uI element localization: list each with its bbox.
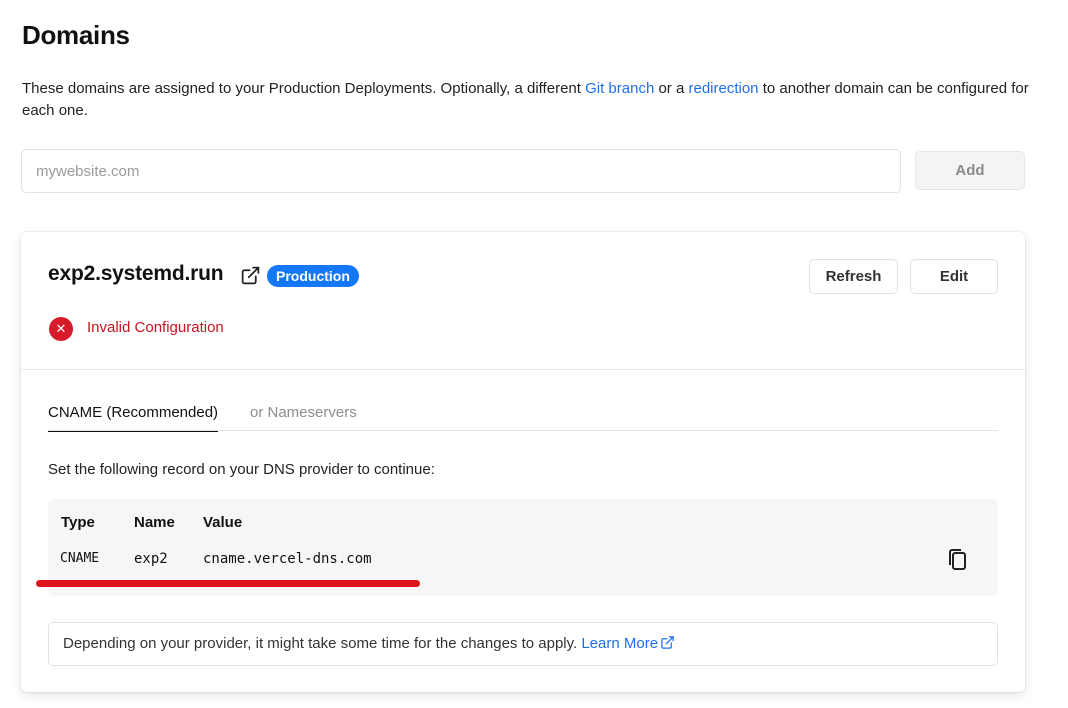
tab-nameservers[interactable]: or Nameservers	[250, 404, 357, 429]
external-link-icon	[661, 636, 674, 649]
domain-name-link[interactable]: exp2.systemd.run	[48, 262, 224, 286]
edit-button[interactable]: Edit	[910, 259, 998, 294]
page-title: Domains	[22, 20, 130, 50]
status-text: Invalid Configuration	[87, 319, 224, 336]
tab-cname[interactable]: CNAME (Recommended)	[48, 404, 219, 432]
description-middle: or a	[654, 80, 689, 97]
learn-more-label: Learn More	[581, 635, 659, 652]
note-text: Depending on your provider, it might tak…	[63, 635, 582, 652]
learn-more-link[interactable]: Learn More	[581, 635, 675, 652]
production-badge: Production	[267, 265, 359, 287]
dns-record-table: Type Name Value CNAME exp2 cname.vercel-…	[36, 499, 998, 596]
record-type: CNAME	[60, 551, 100, 566]
error-x-icon: ✕	[49, 317, 73, 341]
copy-icon[interactable]	[946, 547, 970, 573]
domain-input[interactable]	[21, 149, 901, 193]
git-branch-link[interactable]: Git branch	[585, 80, 654, 97]
dns-instructions: Set the following record on your DNS pro…	[48, 461, 435, 478]
record-name: exp2	[134, 551, 168, 567]
card-divider	[21, 369, 1025, 370]
redirection-link[interactable]: redirection	[688, 80, 758, 97]
external-link-icon[interactable]	[240, 265, 261, 286]
domain-card: exp2.systemd.run Production Refresh Edit…	[21, 232, 1025, 692]
record-value: cname.vercel-dns.com	[203, 551, 372, 567]
refresh-button[interactable]: Refresh	[809, 259, 898, 294]
header-value: Value	[203, 514, 243, 531]
page-description: These domains are assigned to your Produ…	[22, 78, 1032, 122]
header-name: Name	[134, 514, 175, 531]
propagation-note: Depending on your provider, it might tak…	[48, 622, 998, 666]
annotation-underline	[36, 580, 420, 587]
header-type: Type	[61, 514, 95, 531]
add-button[interactable]: Add	[915, 151, 1025, 190]
description-prefix: These domains are assigned to your Produ…	[22, 80, 586, 97]
tabs-divider	[48, 430, 998, 431]
